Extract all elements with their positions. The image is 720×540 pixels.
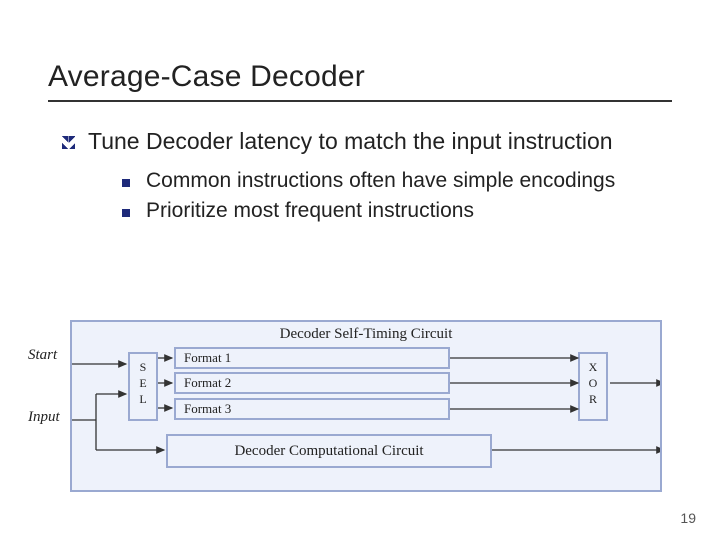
diagram-box: Decoder Self-Timing Circuit SEL XOR Form… <box>70 320 662 492</box>
page-number: 19 <box>680 510 696 526</box>
slide: Average-Case Decoder Tune Decoder latenc… <box>0 0 720 540</box>
format-1-box: Format 1 <box>174 347 450 369</box>
computational-box: Decoder Computational Circuit <box>166 434 492 468</box>
bullet-lvl2-a: Common instructions often have simple en… <box>122 169 672 193</box>
format-2-box: Format 2 <box>174 372 450 394</box>
bullet-lvl1: Tune Decoder latency to match the input … <box>60 128 672 223</box>
format-3-box: Format 3 <box>174 398 450 420</box>
bullet-lvl2-b: Prioritize most frequent instructions <box>122 199 672 223</box>
title-underline <box>48 100 672 102</box>
label-input: Input <box>28 409 60 426</box>
sel-box: SEL <box>128 352 158 421</box>
xor-box: XOR <box>578 352 608 421</box>
slide-body: Tune Decoder latency to match the input … <box>60 128 672 223</box>
label-start: Start <box>28 347 57 364</box>
slide-title: Average-Case Decoder <box>48 60 672 94</box>
bullet-lvl1-text: Tune Decoder latency to match the input … <box>88 128 613 154</box>
diagram-title: Decoder Self-Timing Circuit <box>72 326 660 343</box>
